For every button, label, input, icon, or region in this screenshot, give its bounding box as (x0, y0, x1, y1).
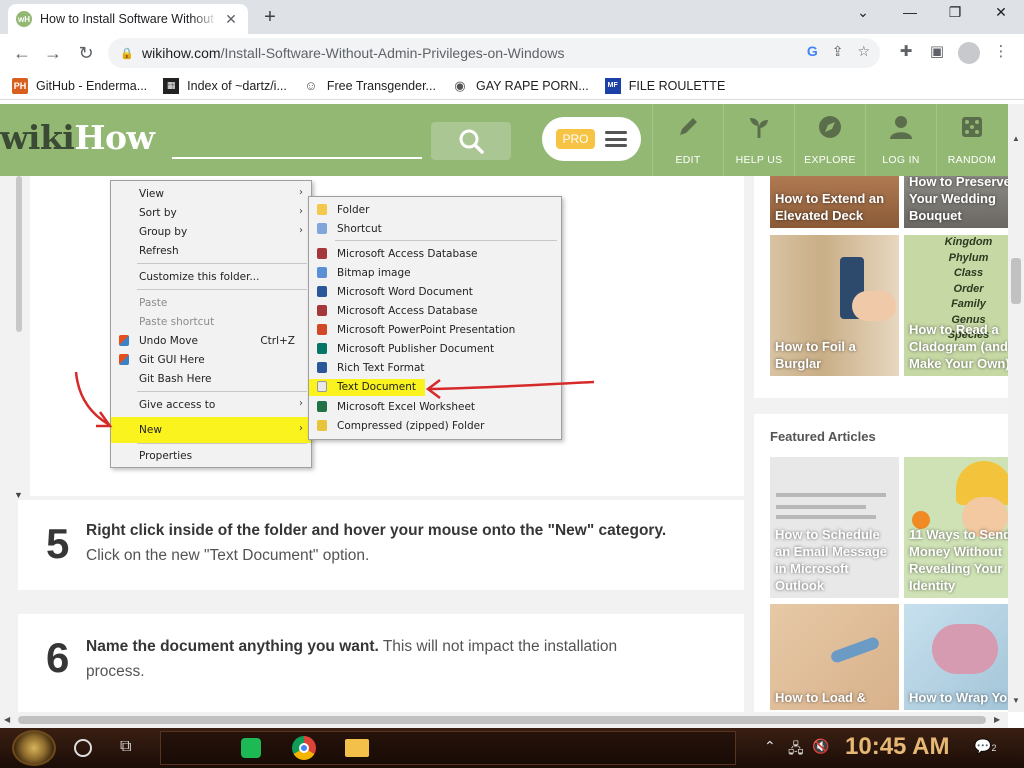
share-icon[interactable]: ⇪ (832, 43, 844, 60)
nav-log-in[interactable]: LOG IN (865, 104, 936, 176)
tab-title: How to Install Software Without Admin Pr… (40, 12, 218, 26)
dice-icon (962, 117, 982, 137)
featured-article[interactable]: 11 Ways to Send Money Without Revealing … (904, 457, 1024, 598)
red-arrow-annotations (74, 371, 595, 428)
url-text[interactable]: wikihow.com/Install-Software-Without-Adm… (142, 45, 564, 61)
step-card: 6 Name the document anything you want. T… (18, 614, 744, 712)
left-scrollbar[interactable] (16, 176, 22, 332)
tab-search-chevron-icon[interactable]: ⌄ (851, 4, 875, 21)
tray-chevron-icon[interactable]: ⌃ (764, 738, 776, 755)
scrollbar-thumb[interactable] (1011, 258, 1021, 304)
bookmark-item[interactable]: PH GitHub - Enderma... (12, 77, 147, 94)
google-lens-icon[interactable]: G (807, 43, 818, 60)
step-text: Right click inside of the folder and hov… (86, 522, 667, 564)
screenshot-line (776, 493, 886, 497)
new-tab-button[interactable]: + (258, 6, 282, 29)
scroll-down-arrow-icon[interactable]: ▼ (1012, 696, 1020, 705)
browser-tab[interactable]: wH How to Install Software Without Admin… (8, 4, 248, 34)
step-number: 5 (46, 520, 70, 567)
cortana-icon[interactable] (74, 739, 92, 757)
search-icon (459, 129, 484, 154)
back-button[interactable]: ← (9, 40, 35, 66)
vertical-scrollbar[interactable]: ▲ ▼ (1008, 104, 1024, 712)
nav-edit[interactable]: EDIT (652, 104, 723, 176)
qr-icon: ▦ (163, 77, 180, 94)
wikihow-favicon-icon: wH (16, 11, 32, 27)
menu-kebab-icon[interactable]: ⋮ (990, 42, 1012, 60)
nav-random[interactable]: RANDOM (936, 104, 1007, 176)
browser-toolbar: ← → ↻ 🔒 wikihow.com/Install-Software-Wit… (0, 34, 1024, 72)
step-image: View › Sort by › Group by › Refresh Customi… (30, 176, 744, 496)
windows-taskbar: ⧉ ⌃ 🖧 🔇 10:45 AM 💬2 (0, 728, 1024, 768)
clock[interactable]: 10:45 AM (845, 733, 949, 761)
bookmark-star-icon[interactable]: ☆ (857, 43, 870, 60)
pro-menu-button[interactable]: PRO (542, 117, 641, 161)
restore-button[interactable]: ❐ (943, 4, 967, 21)
profile-avatar[interactable] (958, 42, 980, 64)
hamburger-icon (604, 131, 627, 147)
search-input[interactable] (172, 157, 422, 159)
minimize-button[interactable]: — (898, 4, 922, 20)
scroll-left-arrow-icon[interactable]: ◀ (4, 715, 10, 724)
step-number: 6 (46, 634, 70, 681)
nav-help-us[interactable]: HELP US (723, 104, 794, 176)
featured-article[interactable]: How to Schedule an Email Message in Micr… (770, 457, 899, 598)
chevron-down-icon[interactable]: ▼ (14, 490, 23, 500)
bookmark-item[interactable]: MF FILE ROULETTE (604, 77, 725, 94)
related-article[interactable]: How to Foil a Burglar (770, 235, 899, 376)
address-bar[interactable]: 🔒 wikihow.com/Install-Software-Without-A… (108, 38, 880, 68)
bookmark-item[interactable]: ◉ GAY RAPE PORN... (452, 77, 588, 94)
volume-muted-icon[interactable]: 🔇 (812, 738, 829, 755)
file-explorer-icon[interactable] (337, 731, 377, 765)
screenshot-line (776, 515, 876, 519)
task-view-icon[interactable]: ⧉ (120, 738, 131, 756)
mf-icon: MF (604, 77, 621, 94)
related-article[interactable]: Kingdom Phylum Class Order Family Genus Specie… (904, 235, 1024, 376)
scrollbar-thumb[interactable] (18, 716, 986, 724)
related-article[interactable]: How to Preserve Your Wedding Bouquet (904, 176, 1024, 228)
forward-button[interactable]: → (40, 40, 66, 66)
featured-articles-heading: Featured Articles (770, 429, 876, 444)
bookmark-item[interactable]: ▦ Index of ~dartz/i... (163, 77, 287, 94)
tab-strip: wH How to Install Software Without Admin… (0, 0, 1024, 34)
tab-close-icon[interactable]: ✕ (222, 11, 240, 28)
mask-icon: ☺ (304, 78, 318, 93)
globe-icon: ◉ (454, 77, 466, 93)
lock-icon[interactable]: 🔒 (120, 47, 134, 60)
search-button[interactable] (431, 122, 511, 160)
notification-icon[interactable]: 💬2 (974, 738, 996, 755)
pro-badge: PRO (556, 129, 595, 149)
featured-article[interactable]: How to Wrap Yo (904, 604, 1024, 710)
chrome-icon[interactable] (284, 731, 324, 765)
scroll-up-arrow-icon[interactable]: ▲ (1012, 134, 1020, 143)
wikihow-logo[interactable]: wikiHow (0, 118, 155, 157)
tool-image (829, 635, 881, 665)
bookmarks-bar: PH GitHub - Enderma... ▦ Index of ~dartz… (0, 72, 1024, 100)
reload-button[interactable]: ↻ (73, 40, 99, 66)
close-window-button[interactable]: ✕ (989, 4, 1013, 21)
featured-article[interactable]: How to Load & (770, 604, 899, 710)
side-panel-icon[interactable]: ▣ (926, 42, 948, 60)
step-text: Name the document anything you want. Thi… (86, 638, 618, 680)
ph-icon: PH (12, 77, 28, 94)
horizontal-scrollbar[interactable]: ◀ ▶ (0, 712, 1008, 728)
bookmark-item[interactable]: ☺ Free Transgender... (303, 78, 436, 94)
user-icon (890, 116, 912, 139)
pencil-icon (680, 118, 697, 135)
step-card: 5 Right click inside of the folder and h… (18, 500, 744, 590)
scroll-right-arrow-icon[interactable]: ▶ (994, 715, 1000, 724)
extensions-puzzle-icon[interactable]: ✚ (895, 42, 917, 60)
related-article[interactable]: How to Extend an Elevated Deck (770, 176, 899, 228)
notes-app-icon[interactable] (231, 731, 271, 765)
sprout-icon (750, 118, 768, 138)
start-button[interactable] (12, 730, 56, 766)
hand-image (852, 291, 896, 321)
wrap-image (932, 624, 998, 674)
screenshot-line (776, 505, 866, 509)
network-icon[interactable]: 🖧 (788, 738, 804, 762)
compass-icon (819, 116, 841, 138)
nav-explore[interactable]: EXPLORE (794, 104, 865, 176)
